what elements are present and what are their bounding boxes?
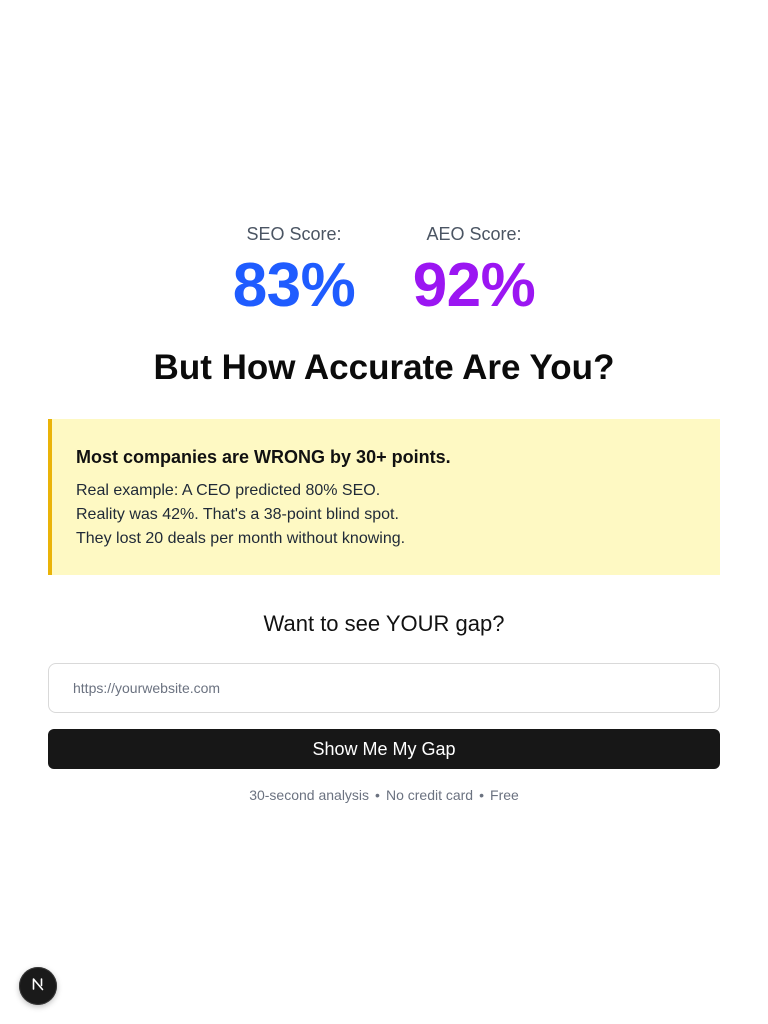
- gap-question-heading: Want to see YOUR gap?: [263, 611, 505, 636]
- fine-print: 30-second analysis • No credit card • Free: [0, 785, 768, 805]
- callout-title: Most companies are WRONG by 30+ points.: [76, 447, 451, 467]
- page-headline: But How Accurate Are You?: [153, 348, 615, 387]
- callout-line: They lost 20 deals per month without kno…: [76, 530, 406, 547]
- score-summary: SEO Score: 83% AEO Score: 92%: [0, 222, 768, 326]
- fine-print-item: 30-second analysis: [249, 787, 370, 803]
- callout-line: Reality was 42%. That's a 38-point blind…: [76, 506, 399, 523]
- separator-dot: •: [375, 787, 380, 803]
- separator-dot: •: [479, 787, 485, 803]
- seo-score: SEO Score: 83%: [229, 222, 359, 326]
- website-url-input[interactable]: [48, 663, 720, 713]
- show-gap-button[interactable]: Show Me My Gap: [48, 729, 720, 769]
- fine-print-item: Free: [490, 787, 519, 803]
- callout-line: Real example: A CEO predicted 80% SEO.: [76, 482, 381, 499]
- aeo-score-value: 92%: [412, 251, 536, 320]
- seo-score-value: 83%: [232, 251, 356, 320]
- aeo-score-label: AEO Score:: [426, 224, 522, 244]
- page: SEO Score: 83% AEO Score: 92% But How Ac…: [0, 0, 768, 1024]
- seo-score-label: SEO Score:: [246, 224, 342, 244]
- fine-print-item: No credit card: [385, 787, 474, 803]
- dev-tools-badge[interactable]: [19, 967, 57, 1005]
- warning-callout: Most companies are WRONG by 30+ points. …: [48, 419, 720, 575]
- aeo-score: AEO Score: 92%: [409, 222, 539, 326]
- nextjs-logo-icon: [29, 975, 47, 998]
